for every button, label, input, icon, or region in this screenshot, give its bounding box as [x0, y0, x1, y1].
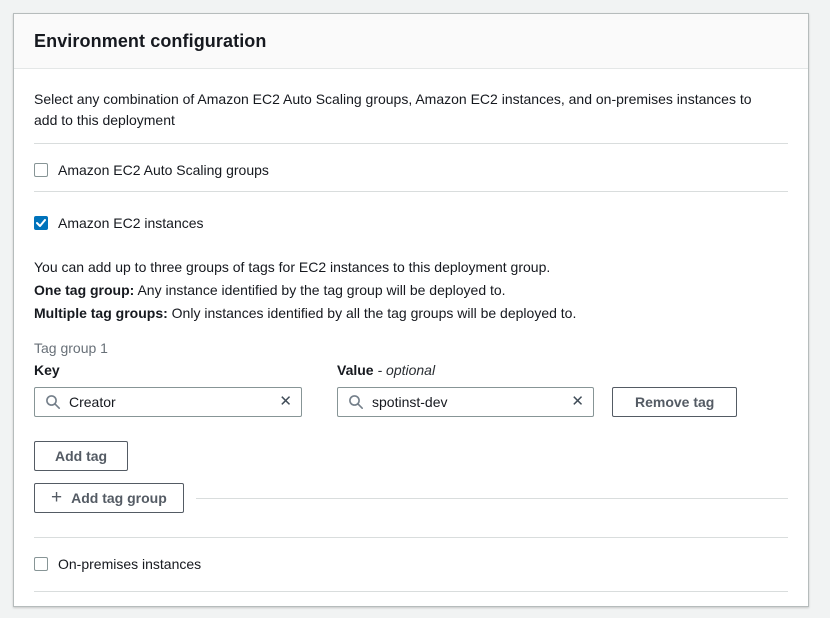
- tag-help-line3-term: Multiple tag groups:: [34, 305, 168, 321]
- divider: [196, 498, 788, 499]
- key-input[interactable]: [69, 394, 273, 410]
- tag-help-line2-term: One tag group:: [34, 282, 134, 298]
- auto-scaling-groups-checkbox[interactable]: [34, 163, 48, 177]
- checkbox-row-on-premises: On-premises instances: [34, 553, 788, 575]
- checkbox-row-ec2-instances: Amazon EC2 instances: [34, 212, 788, 234]
- divider: [34, 191, 788, 192]
- clear-value-icon[interactable]: ✕: [571, 392, 584, 412]
- tag-help-line1: You can add up to three groups of tags f…: [34, 259, 550, 275]
- add-tag-button[interactable]: Add tag: [34, 441, 128, 471]
- key-label: Key: [34, 362, 302, 380]
- tag-help-line2-rest: Any instance identified by the tag group…: [134, 282, 505, 298]
- clear-key-icon[interactable]: ✕: [279, 392, 292, 412]
- divider: [34, 591, 788, 592]
- key-label-text: Key: [34, 362, 60, 378]
- checkbox-row-auto-scaling-groups: Amazon EC2 Auto Scaling groups: [34, 159, 788, 181]
- on-premises-label[interactable]: On-premises instances: [58, 556, 201, 572]
- add-tag-group-label: Add tag group: [71, 490, 167, 506]
- divider: [34, 143, 788, 144]
- value-input-box: ✕: [337, 387, 594, 417]
- ec2-instances-checkbox[interactable]: [34, 216, 48, 230]
- panel-body: Select any combination of Amazon EC2 Aut…: [14, 69, 808, 612]
- tag-group-title: Tag group 1: [34, 340, 788, 358]
- value-input[interactable]: [372, 394, 565, 410]
- tag-fields-row: Key ✕ Value - optional ✕ Remove ta: [34, 362, 788, 417]
- panel-title: Environment configuration: [34, 31, 267, 52]
- checkmark-icon: [36, 219, 46, 227]
- panel-header: Environment configuration: [14, 14, 808, 69]
- tag-help-text: You can add up to three groups of tags f…: [34, 256, 788, 325]
- search-icon: [348, 394, 364, 410]
- key-column: Key ✕: [34, 362, 302, 417]
- ec2-instances-label[interactable]: Amazon EC2 instances: [58, 215, 204, 231]
- value-label-optional: - optional: [377, 362, 435, 378]
- search-icon: [45, 394, 61, 410]
- auto-scaling-groups-label[interactable]: Amazon EC2 Auto Scaling groups: [58, 162, 269, 178]
- add-tag-group-row: + Add tag group: [34, 483, 788, 513]
- value-label: Value - optional: [337, 362, 594, 380]
- key-input-box: ✕: [34, 387, 302, 417]
- on-premises-checkbox[interactable]: [34, 557, 48, 571]
- plus-icon: +: [51, 488, 62, 507]
- environment-configuration-panel: Environment configuration Select any com…: [13, 13, 809, 607]
- add-tag-group-button[interactable]: + Add tag group: [34, 483, 184, 513]
- value-column: Value - optional ✕: [337, 362, 594, 417]
- divider: [34, 537, 788, 538]
- value-label-text: Value: [337, 362, 374, 378]
- intro-text: Select any combination of Amazon EC2 Aut…: [34, 89, 774, 131]
- tag-help-line3-rest: Only instances identified by all the tag…: [168, 305, 577, 321]
- remove-tag-button[interactable]: Remove tag: [612, 387, 737, 417]
